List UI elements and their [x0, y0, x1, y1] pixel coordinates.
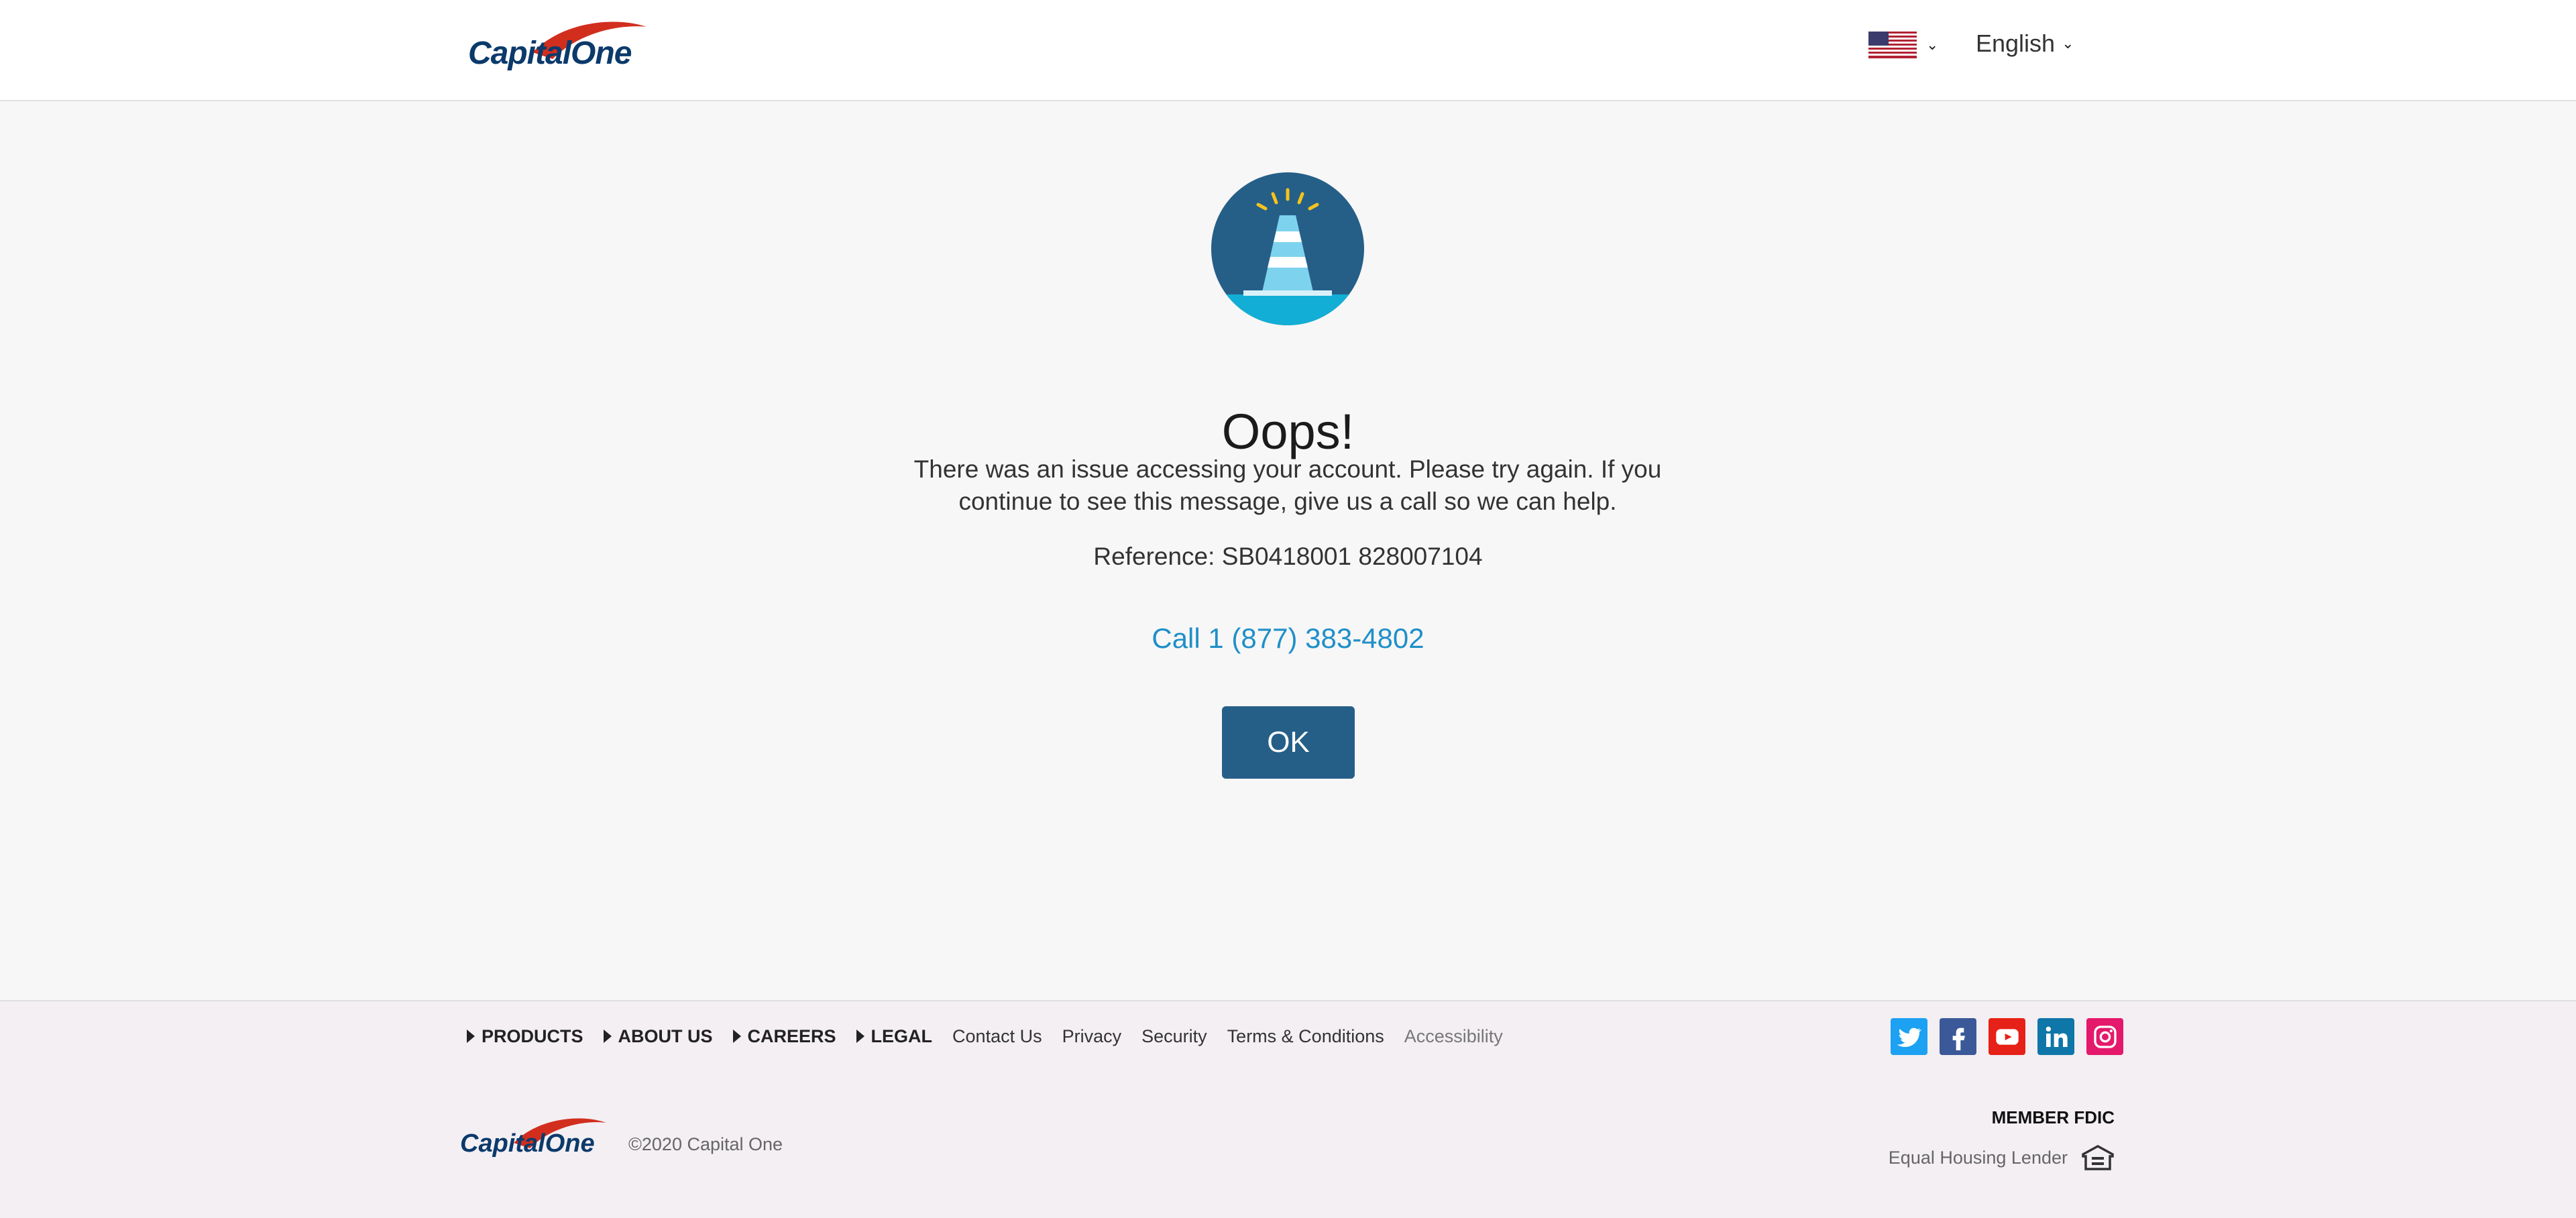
equal-housing-lender[interactable]: Equal Housing Lender [1889, 1144, 2115, 1171]
capital-one-logo[interactable]: CapitalOne [465, 12, 660, 79]
footer-link-security[interactable]: Security [1141, 1026, 1207, 1047]
us-flag-icon [1868, 32, 1917, 58]
footer-nav-about-us[interactable]: ABOUT US [603, 1026, 713, 1047]
footer-link-privacy[interactable]: Privacy [1062, 1026, 1122, 1047]
footer-link-contact-us[interactable]: Contact Us [952, 1026, 1042, 1047]
site-header: CapitalOne ⌄ English ⌄ [0, 0, 2576, 101]
social-links [1891, 1018, 2123, 1055]
site-footer: PRODUCTS ABOUT US CAREERS LEGAL Contact … [0, 1000, 2576, 1218]
footer-nav-legal[interactable]: LEGAL [856, 1026, 932, 1047]
logo-text: CapitalOne [468, 36, 632, 71]
footer-link-terms[interactable]: Terms & Conditions [1227, 1026, 1384, 1047]
twitter-icon[interactable] [1891, 1018, 1927, 1055]
facebook-icon[interactable] [1940, 1018, 1976, 1055]
youtube-icon[interactable] [1989, 1018, 2025, 1055]
country-selector[interactable]: ⌄ [1868, 31, 1938, 59]
ok-button[interactable]: OK [1222, 706, 1355, 779]
linkedin-icon[interactable] [2037, 1018, 2074, 1055]
caret-right-icon [856, 1030, 864, 1043]
instagram-icon[interactable] [2086, 1018, 2123, 1055]
caret-right-icon [603, 1030, 612, 1043]
call-phone-link[interactable]: Call 1 (877) 383-4802 [0, 622, 2576, 655]
equal-housing-icon [2082, 1145, 2114, 1170]
chevron-down-icon: ⌄ [2062, 35, 2074, 52]
footer-logo-text: CapitalOne [460, 1129, 595, 1158]
equal-housing-label: Equal Housing Lender [1888, 1147, 2068, 1168]
footer-nav-careers[interactable]: CAREERS [732, 1026, 836, 1047]
footer-nav: PRODUCTS ABOUT US CAREERS LEGAL Contact … [467, 1023, 1523, 1050]
caret-right-icon [732, 1030, 741, 1043]
language-selector[interactable]: English ⌄ [1976, 27, 2074, 60]
footer-nav-products[interactable]: PRODUCTS [467, 1026, 583, 1047]
caret-right-icon [467, 1030, 475, 1043]
error-message: There was an issue accessing your accoun… [913, 455, 1662, 515]
traffic-cone-icon [1211, 172, 1364, 325]
footer-capital-one-logo[interactable]: CapitalOne [460, 1111, 616, 1164]
chevron-down-icon: ⌄ [1926, 36, 1939, 53]
error-panel: Oops! There was an issue accessing your … [0, 101, 2576, 1000]
page-title: Oops! [1221, 403, 1355, 459]
reference-code: Reference: SB0418001 828007104 [1093, 543, 1483, 570]
member-fdic-label: MEMBER FDIC [1991, 1107, 2115, 1127]
copyright-text: ©2020 Capital One [628, 1134, 783, 1154]
footer-link-accessibility[interactable]: Accessibility [1404, 1026, 1503, 1047]
language-label: English [1976, 30, 2056, 57]
